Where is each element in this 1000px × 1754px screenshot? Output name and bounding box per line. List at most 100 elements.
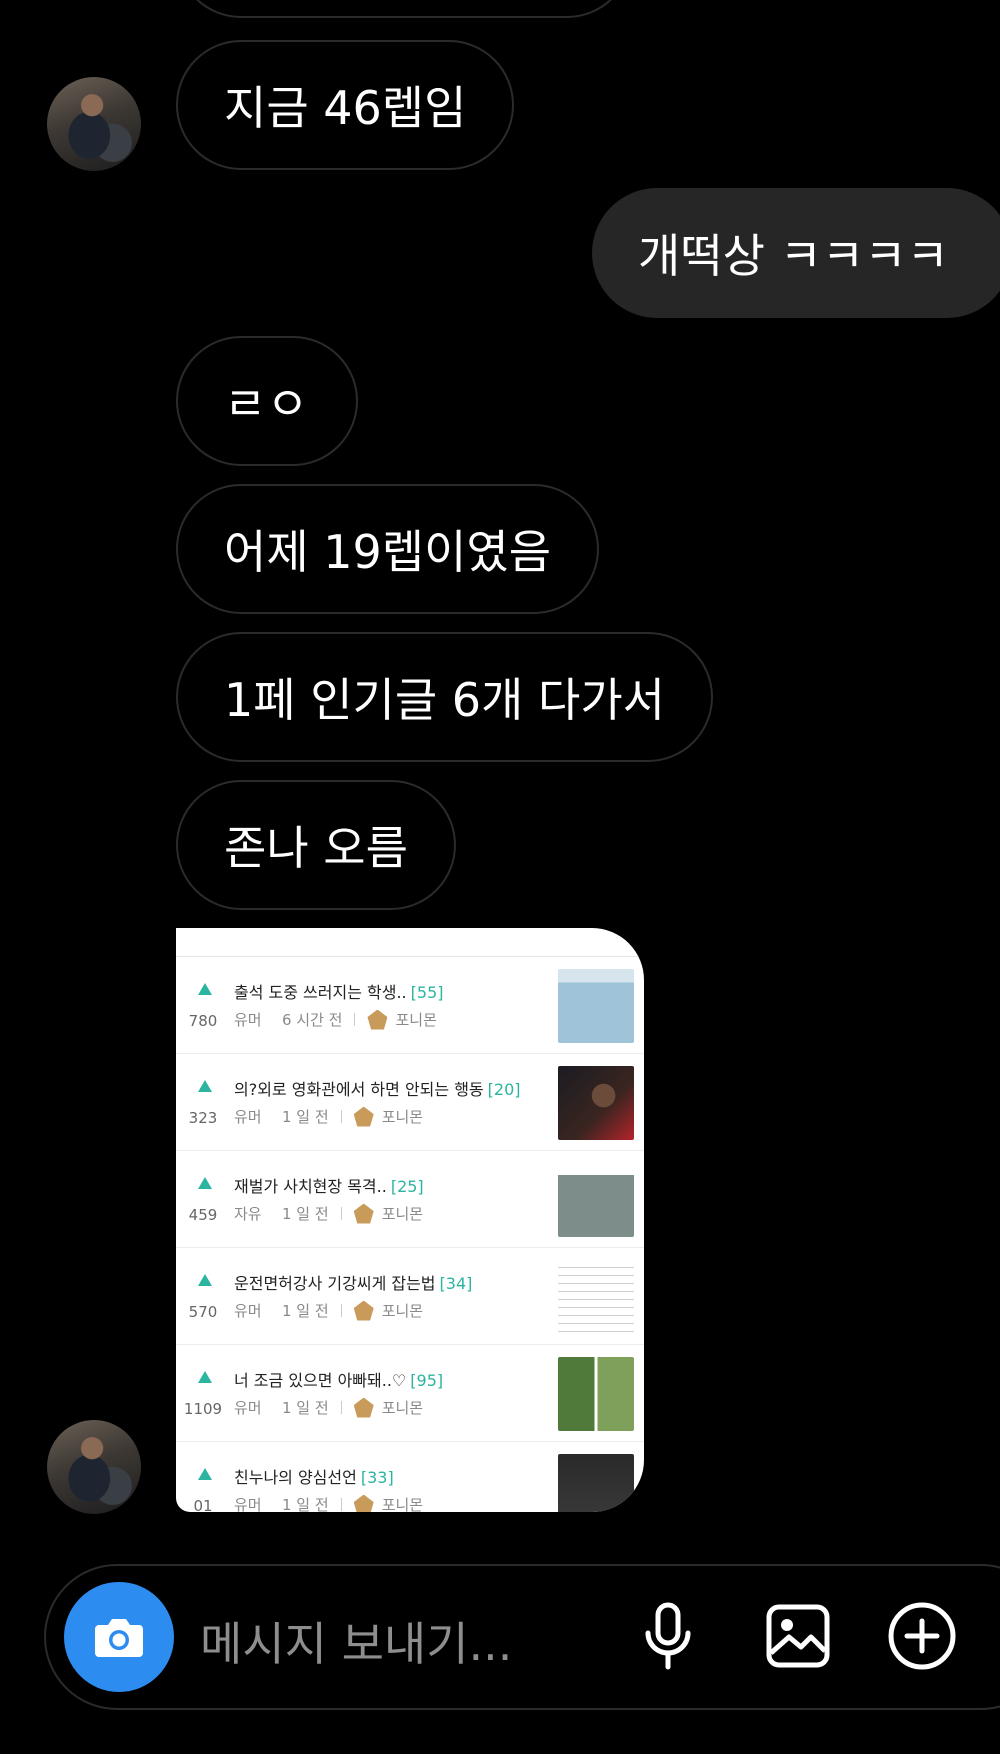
message-bubble-outgoing[interactable]: 개떡상 ㅋㅋㅋㅋ (592, 188, 1000, 318)
post-time: 1 일 전 (282, 1496, 329, 1512)
post-votes: 459 (188, 1206, 218, 1224)
upvote-icon (198, 1177, 212, 1189)
post-votes: 01 (193, 1497, 213, 1512)
user-level-badge-icon (353, 1300, 374, 1321)
post-thumbnail (558, 1260, 634, 1334)
post-thumbnail (558, 1066, 634, 1140)
message-text: 개떡상 ㅋㅋㅋㅋ (638, 229, 949, 283)
post-title: 운전면허강사 기강씨게 잡는법 (234, 1274, 436, 1293)
message-bubble-incoming[interactable]: 어제 19렙이였음 (176, 484, 600, 614)
post-thumbnail (558, 1163, 634, 1237)
post-title-line: 출석 도중 쓰러지는 학생.. [55] (234, 979, 443, 1003)
post-meta: 유머 1 일 전 포니몬 (234, 1106, 423, 1127)
upvote-icon (198, 1080, 212, 1092)
post-title-line: 재벌가 사치현장 목격.. [25] (234, 1173, 424, 1197)
message-composer: 메시지 보내기... (44, 1564, 1000, 1710)
post-title-line: 의?외로 영화관에서 하면 안되는 행동 [20] (234, 1076, 520, 1100)
image-icon (766, 1604, 830, 1668)
post-meta: 유머 1 일 전 포니몬 (234, 1494, 423, 1512)
post-author: 포니몬 (381, 1302, 424, 1320)
upvote-icon (198, 1274, 212, 1286)
post-row: 570 운전면허강사 기강씨게 잡는법 [34] 유머 1 일 전 포니몬 (176, 1248, 644, 1345)
post-author: 포니몬 (381, 1496, 424, 1512)
message-text: 1페 인기글 6개 다가서 (224, 673, 665, 727)
post-row: 01 친누나의 양심선언 [33] 유머 1 일 전 포니몬 (176, 1442, 644, 1512)
meta-divider (340, 1207, 342, 1220)
user-level-badge-icon (353, 1397, 374, 1418)
post-author: 포니몬 (381, 1205, 424, 1223)
message-text: 지금 46렙임 (224, 81, 467, 135)
post-title-line: 친누나의 양심선언 [33] (234, 1464, 394, 1488)
post-time: 6 시간 전 (282, 1011, 343, 1029)
post-category: 자유 (234, 1205, 262, 1223)
post-comment-count: [25] (390, 1177, 424, 1196)
user-level-badge-icon (367, 1009, 388, 1030)
message-bubble-incoming[interactable]: 1페 인기글 6개 다가서 (176, 632, 713, 762)
shared-screenshot[interactable]: 780 출석 도중 쓰러지는 학생.. [55] 유머 6 시간 전 포니몬 323 … (176, 928, 644, 1512)
upvote-icon (198, 983, 212, 995)
post-comment-count: [95] (410, 1371, 444, 1390)
message-input[interactable]: 메시지 보내기... (200, 1608, 512, 1674)
post-votes: 1109 (183, 1400, 223, 1418)
post-time: 1 일 전 (282, 1302, 329, 1320)
chat-screen: 지금 46렙임 개떡상 ㅋㅋㅋㅋ ㄹㅇ 어제 19렙이였음 1페 인기글 6개 … (0, 0, 1000, 1754)
post-category: 유머 (234, 1399, 262, 1417)
post-thumbnail (558, 969, 634, 1043)
post-votes: 780 (188, 1012, 218, 1030)
message-text: ㄹㅇ (224, 377, 309, 431)
message-bubble-incoming[interactable]: 존나 오름 (176, 780, 456, 910)
post-title: 친누나의 양심선언 (234, 1468, 357, 1487)
meta-divider (354, 1013, 356, 1026)
post-time: 1 일 전 (282, 1205, 329, 1223)
user-level-badge-icon (353, 1494, 374, 1512)
user-level-badge-icon (353, 1203, 374, 1224)
sender-avatar[interactable] (47, 77, 141, 171)
post-votes: 323 (188, 1109, 218, 1127)
meta-divider (340, 1401, 342, 1414)
upvote-icon (198, 1468, 212, 1480)
post-comment-count: [20] (487, 1080, 521, 1099)
post-meta: 유머 6 시간 전 포니몬 (234, 1009, 437, 1030)
gallery-button[interactable] (758, 1596, 838, 1676)
sender-avatar[interactable] (47, 1420, 141, 1514)
post-title: 출석 도중 쓰러지는 학생.. (234, 983, 407, 1002)
post-comment-count: [33] (360, 1468, 394, 1487)
post-row: 780 출석 도중 쓰러지는 학생.. [55] 유머 6 시간 전 포니몬 (176, 957, 644, 1054)
post-author: 포니몬 (381, 1108, 424, 1126)
post-author: 포니몬 (381, 1399, 424, 1417)
meta-divider (340, 1110, 342, 1123)
camera-icon (95, 1619, 143, 1657)
message-bubble-partial (176, 0, 632, 18)
post-votes: 570 (188, 1303, 218, 1321)
post-category: 유머 (234, 1011, 262, 1029)
camera-button[interactable] (64, 1582, 174, 1692)
post-title-line: 운전면허강사 기강씨게 잡는법 [34] (234, 1270, 472, 1294)
post-row: 323 의?외로 영화관에서 하면 안되는 행동 [20] 유머 1 일 전 포니몬 (176, 1054, 644, 1151)
more-options-button[interactable] (882, 1596, 962, 1676)
upvote-icon (198, 1371, 212, 1383)
user-level-badge-icon (353, 1106, 374, 1127)
message-text: 어제 19렙이였음 (224, 525, 552, 579)
post-title: 너 조금 있으면 아빠돼..♡ (234, 1371, 407, 1390)
message-bubble-incoming[interactable]: ㄹㅇ (176, 336, 358, 466)
post-row: 1109 너 조금 있으면 아빠돼..♡ [95] 유머 1 일 전 포니몬 (176, 1345, 644, 1442)
post-meta: 유머 1 일 전 포니몬 (234, 1397, 423, 1418)
meta-divider (340, 1498, 342, 1511)
post-title: 재벌가 사치현장 목격.. (234, 1177, 387, 1196)
post-time: 1 일 전 (282, 1108, 329, 1126)
post-comment-count: [34] (439, 1274, 473, 1293)
post-meta: 유머 1 일 전 포니몬 (234, 1300, 423, 1321)
post-time: 1 일 전 (282, 1399, 329, 1417)
plus-circle-icon (888, 1602, 956, 1670)
post-title-line: 너 조금 있으면 아빠돼..♡ [95] (234, 1367, 443, 1391)
post-comment-count: [55] (410, 983, 444, 1002)
voice-message-button[interactable] (628, 1596, 708, 1676)
message-bubble-incoming[interactable]: 지금 46렙임 (176, 40, 515, 170)
post-title: 의?외로 영화관에서 하면 안되는 행동 (234, 1080, 484, 1099)
post-category: 유머 (234, 1108, 262, 1126)
post-category: 유머 (234, 1496, 262, 1512)
meta-divider (340, 1304, 342, 1317)
post-category: 유머 (234, 1302, 262, 1320)
post-author: 포니몬 (395, 1011, 437, 1029)
microphone-icon (645, 1602, 691, 1670)
